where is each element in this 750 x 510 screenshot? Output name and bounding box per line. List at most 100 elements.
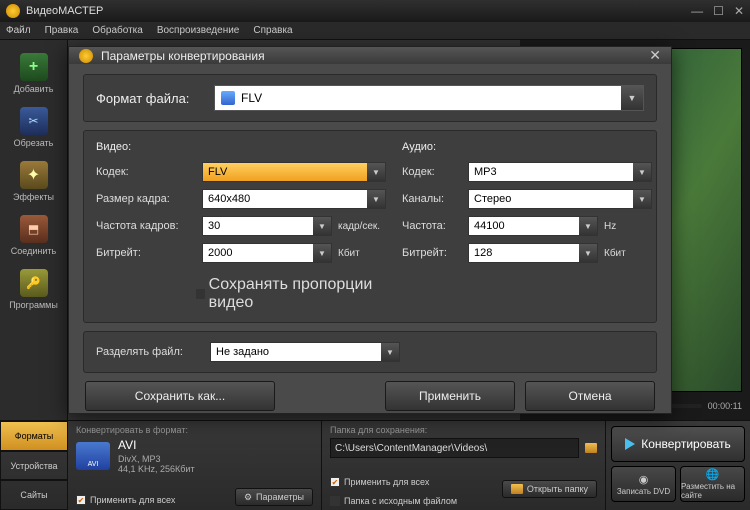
video-bitrate-label: Битрейт: — [96, 247, 196, 259]
keep-ratio-checkbox[interactable]: Сохранять пропорции видео — [196, 276, 386, 312]
burn-dvd-button[interactable]: ◉Записать DVD — [611, 466, 676, 502]
chevron-down-icon[interactable]: ▼ — [367, 163, 385, 181]
freq-combo[interactable]: 44100 ▼ — [468, 216, 598, 236]
audio-codec-label: Кодек: — [402, 166, 462, 178]
upload-button[interactable]: 🌐Разместить на сайте — [680, 466, 745, 502]
chevron-down-icon[interactable]: ▼ — [579, 244, 597, 262]
audio-bitrate-unit: Кбит — [604, 248, 652, 259]
apply-all-save-checkbox[interactable]: ✔Применить для всех — [330, 477, 457, 487]
channels-value: Стерео — [474, 193, 511, 205]
menu-help[interactable]: Справка — [253, 25, 292, 36]
apply-all-save-label: Применить для всех — [344, 477, 429, 487]
file-format-combo[interactable]: FLV ▼ — [214, 85, 644, 111]
tab-sites[interactable]: Сайты — [0, 480, 68, 510]
fps-value: 30 — [208, 220, 220, 232]
apply-all-format-label: Применить для всех — [90, 495, 175, 505]
video-codec-combo[interactable]: FLV ▼ — [202, 162, 386, 182]
dialog-close-button[interactable]: ✕ — [649, 47, 661, 64]
same-folder-label: Папка с исходным файлом — [344, 496, 457, 506]
dvd-label: Записать DVD — [617, 487, 670, 496]
audio-bitrate-label: Битрейт: — [402, 247, 462, 259]
chevron-down-icon[interactable]: ▼ — [313, 217, 331, 235]
freq-value: 44100 — [474, 220, 505, 232]
open-folder-label: Открыть папку — [527, 484, 588, 494]
save-as-button[interactable]: Сохранить как... — [85, 381, 275, 411]
audio-codec-value: MP3 — [474, 166, 497, 178]
params-button[interactable]: ⚙Параметры — [235, 488, 313, 506]
freq-label: Частота: — [402, 220, 462, 232]
sidebar-crop-label: Обрезать — [14, 138, 54, 148]
channels-label: Каналы: — [402, 193, 462, 205]
sidebar-join-label: Соединить — [11, 246, 56, 256]
sidebar: Добавить Обрезать Эффекты Соединить Прог… — [0, 40, 68, 420]
save-path-field[interactable]: C:\Users\ContentManager\Videos\ — [330, 438, 579, 458]
open-folder-button[interactable]: Открыть папку — [502, 480, 597, 498]
split-label: Разделять файл: — [96, 346, 204, 358]
format-icon: AVI — [76, 442, 110, 470]
effects-icon — [20, 161, 48, 189]
dialog-icon — [79, 49, 93, 63]
format-section-header: Конвертировать в формат: — [76, 425, 313, 435]
play-arrow-icon — [625, 438, 635, 450]
audio-bitrate-combo[interactable]: 128▼ — [468, 243, 598, 263]
fps-unit: кадр/сек. — [338, 221, 386, 232]
split-combo[interactable]: Не задано ▼ — [210, 342, 400, 362]
fps-combo[interactable]: 30 ▼ — [202, 216, 332, 236]
chevron-down-icon[interactable]: ▼ — [621, 86, 643, 110]
menu-playback[interactable]: Воспроизведение — [157, 25, 240, 36]
convert-button[interactable]: Конвертировать — [611, 426, 745, 462]
convert-params-dialog: Параметры конвертирования ✕ Формат файла… — [68, 46, 672, 414]
tab-formats[interactable]: Форматы — [0, 421, 68, 451]
audio-codec-combo[interactable]: MP3 ▼ — [468, 162, 652, 182]
sidebar-join[interactable]: Соединить — [0, 208, 67, 262]
add-icon — [20, 53, 48, 81]
video-bitrate-value: 2000 — [208, 247, 232, 259]
upload-label: Разместить на сайте — [681, 482, 744, 500]
sidebar-effects-label: Эффекты — [13, 192, 54, 202]
chevron-down-icon[interactable]: ▼ — [579, 217, 597, 235]
params-label: Параметры — [256, 492, 304, 502]
split-value: Не задано — [216, 346, 269, 358]
browse-folder-button[interactable] — [585, 443, 597, 453]
titlebar: ВидеоМАСТЕР — ☐ ✕ — [0, 0, 750, 22]
file-format-label: Формат файла: — [96, 91, 204, 106]
format-name: AVI — [118, 438, 195, 452]
tab-devices[interactable]: Устройства — [0, 451, 68, 481]
video-header: Видео: — [96, 141, 386, 153]
menubar: Файл Правка Обработка Воспроизведение Сп… — [0, 22, 750, 40]
dialog-title: Параметры конвертирования — [101, 49, 265, 63]
apply-all-format-checkbox[interactable]: ✔Применить для всех — [76, 495, 175, 505]
menu-edit[interactable]: Правка — [45, 25, 79, 36]
save-section-header: Папка для сохранения: — [330, 425, 597, 435]
chevron-down-icon[interactable]: ▼ — [313, 244, 331, 262]
menu-process[interactable]: Обработка — [92, 25, 142, 36]
menu-file[interactable]: Файл — [6, 25, 31, 36]
time-label: 00:00:11 — [708, 401, 742, 411]
sidebar-effects[interactable]: Эффекты — [0, 154, 67, 208]
sidebar-add-label: Добавить — [14, 84, 54, 94]
folder-icon — [511, 484, 523, 494]
frame-size-combo[interactable]: 640x480▼ — [202, 189, 386, 209]
chevron-down-icon[interactable]: ▼ — [367, 190, 385, 208]
apply-button[interactable]: Применить — [385, 381, 515, 411]
chevron-down-icon[interactable]: ▼ — [381, 343, 399, 361]
minimize-button[interactable]: — — [691, 4, 703, 18]
app-title: ВидеоМАСТЕР — [26, 5, 103, 17]
video-bitrate-combo[interactable]: 2000 ▼ — [202, 243, 332, 263]
convert-label: Конвертировать — [641, 437, 731, 451]
same-folder-checkbox[interactable]: Папка с исходным файлом — [330, 496, 457, 506]
format-detail: DivX, MP3 44,1 KHz, 256Кбит — [118, 454, 195, 474]
globe-icon: 🌐 — [706, 468, 720, 481]
disc-icon: ◉ — [639, 473, 649, 486]
chevron-down-icon[interactable]: ▼ — [633, 190, 651, 208]
sidebar-programs[interactable]: Программы — [0, 262, 67, 316]
sidebar-crop[interactable]: Обрезать — [0, 100, 67, 154]
audio-header: Аудио: — [402, 141, 652, 153]
sidebar-add[interactable]: Добавить — [0, 46, 67, 100]
close-button[interactable]: ✕ — [734, 4, 744, 18]
maximize-button[interactable]: ☐ — [713, 4, 724, 18]
channels-combo[interactable]: Стерео ▼ — [468, 189, 652, 209]
video-codec-value: FLV — [208, 166, 227, 178]
cancel-button[interactable]: Отмена — [525, 381, 655, 411]
chevron-down-icon[interactable]: ▼ — [633, 163, 651, 181]
